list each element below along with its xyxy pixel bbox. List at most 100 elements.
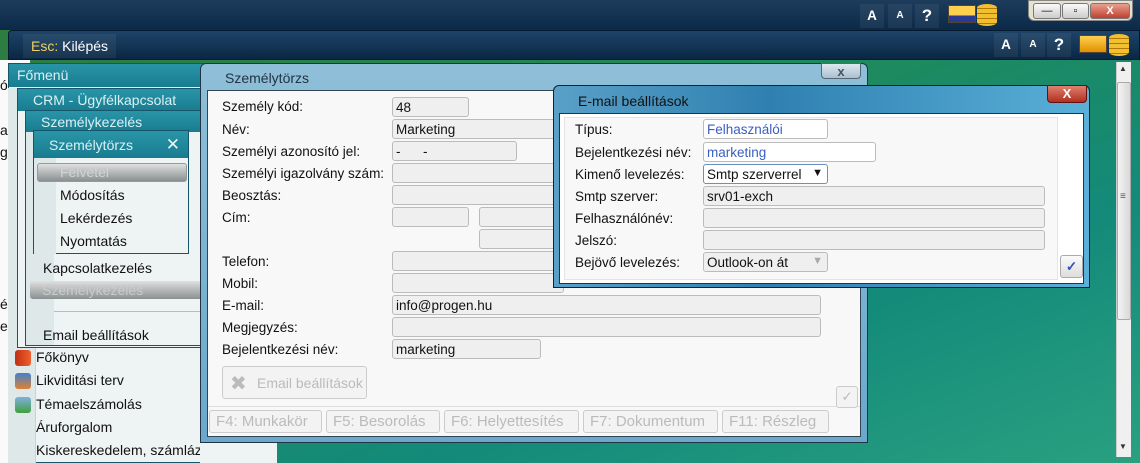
- menu-item-fokonyv[interactable]: Főkönyv: [36, 349, 89, 365]
- type-field[interactable]: Felhasználói: [703, 119, 828, 139]
- f7-button[interactable]: F7: Dokumentum: [583, 410, 718, 433]
- menu-item-email-settings[interactable]: Email beállítások: [43, 327, 149, 343]
- tools-icon: ✖: [230, 373, 247, 395]
- label-position: Beosztás:: [222, 188, 282, 203]
- position-field[interactable]: [392, 185, 562, 205]
- scrollbar[interactable]: ▲ ≡ ▼: [1116, 62, 1131, 457]
- label-id: Személyi azonosító jel:: [222, 144, 361, 159]
- label-idcard: Személyi igazolvány szám:: [222, 166, 385, 181]
- smtp-field[interactable]: srv01-exch: [703, 186, 1045, 206]
- book-icon: [15, 350, 31, 366]
- f6-button[interactable]: F6: Helyettesítés: [444, 410, 579, 433]
- crm-menu-title: CRM - Ügyfélkapcsolat kezelés: [18, 89, 207, 124]
- label-login: Bejelentkezési név:: [222, 342, 339, 357]
- exit-button[interactable]: Esc: Kilépés: [23, 34, 117, 58]
- help-button[interactable]: ?: [915, 4, 939, 28]
- outgoing-select[interactable]: Smtp szerverrel ▼: [703, 164, 828, 184]
- label-smtp: Smtp szerver:: [575, 189, 659, 204]
- window-controls: — ▫ X: [1028, 0, 1133, 21]
- password-field[interactable]: [703, 230, 1045, 250]
- separator: [54, 311, 209, 312]
- exit-label: Kilépés: [58, 38, 109, 54]
- menu-item-temaelszamolas[interactable]: Témaelszámolás: [36, 396, 142, 412]
- database-icon[interactable]: [977, 4, 997, 26]
- dropdown-arrow-icon: ▼: [812, 167, 823, 179]
- scroll-up-icon[interactable]: ▲: [1119, 64, 1127, 73]
- font-small-button[interactable]: A: [1021, 33, 1045, 57]
- id-field[interactable]: - -: [392, 141, 517, 161]
- menu-item-nyomtatas[interactable]: Nyomtatás: [60, 233, 127, 249]
- menu-item-felvetel[interactable]: Felvétel: [37, 163, 187, 182]
- city-field[interactable]: [479, 207, 562, 227]
- scroll-thumb[interactable]: ≡: [1117, 82, 1131, 320]
- flask-icon: [15, 373, 31, 389]
- user-field[interactable]: [703, 208, 1045, 228]
- incoming-value: Outlook-on át: [707, 255, 789, 270]
- label-note: Megjegyzés:: [222, 320, 298, 335]
- menu-item-aruforgalom[interactable]: Áruforgalom: [36, 419, 112, 435]
- note-field[interactable]: [392, 317, 821, 337]
- close-button[interactable]: X: [1047, 85, 1087, 103]
- esc-key-label: Esc:: [31, 38, 59, 54]
- mobile-field[interactable]: [392, 273, 564, 293]
- label-mobile: Mobil:: [222, 276, 259, 291]
- code-field[interactable]: 48: [392, 97, 469, 117]
- main-menu-title: Főmenü: [9, 64, 207, 87]
- close-button[interactable]: X: [1090, 3, 1130, 19]
- monitor-icon[interactable]: [948, 5, 976, 23]
- font-large-button[interactable]: A: [860, 4, 884, 28]
- dialog-title: E-mail beállítások: [578, 93, 689, 109]
- menu-item-modositas[interactable]: Módosítás: [60, 187, 125, 203]
- label-incoming: Bejövő levelezés:: [575, 255, 681, 270]
- dropdown-arrow-icon: ▼: [812, 255, 823, 267]
- maximize-button[interactable]: ▫: [1062, 3, 1089, 19]
- label-code: Személy kód:: [222, 99, 304, 114]
- incoming-select[interactable]: Outlook-on át ▼: [703, 252, 828, 272]
- f5-button[interactable]: F5: Besorolás: [326, 410, 440, 433]
- font-large-button[interactable]: A: [994, 33, 1018, 57]
- label-type: Típus:: [575, 122, 613, 137]
- label-address: Cím:: [222, 210, 251, 225]
- person-registry-submenu: Személytörzs ✕ Felvétel Módosítás Lekérd…: [33, 130, 189, 254]
- label-outgoing: Kimenő levelezés:: [575, 167, 685, 182]
- person-mgmt-title: Személykezelés: [26, 111, 207, 132]
- label-email: E-mail:: [222, 298, 265, 313]
- login-field[interactable]: marketing: [392, 339, 541, 359]
- close-icon[interactable]: ✕: [166, 135, 180, 155]
- f4-button[interactable]: F4: Munkakör: [209, 410, 322, 433]
- email-settings-button[interactable]: ✖ Email beállítások: [222, 366, 367, 399]
- idcard-field[interactable]: [392, 163, 562, 183]
- login-field[interactable]: marketing: [703, 142, 876, 162]
- label-phone: Telefon:: [222, 254, 270, 269]
- label-user: Felhasználónév:: [575, 211, 674, 226]
- zip-field[interactable]: [392, 207, 469, 227]
- email-settings-label: Email beállítások: [257, 375, 363, 391]
- menu-item-lekerdezes[interactable]: Lekérdezés: [60, 210, 132, 226]
- menu-item-kapcsolatkezeles[interactable]: Kapcsolatkezelés: [43, 260, 152, 276]
- landscape-icon: [15, 397, 31, 413]
- menu-item-szemelykezeles[interactable]: Személykezelés: [30, 281, 210, 299]
- monitor-icon[interactable]: [1079, 35, 1107, 53]
- menu-item-likviditasi-terv[interactable]: Likviditási terv: [36, 372, 124, 388]
- toolbar: Esc: Kilépés A A ?: [8, 30, 1140, 60]
- window-title: Személytörzs: [225, 70, 310, 86]
- outgoing-value: Smtp szerverrel: [707, 167, 802, 182]
- fragment: ó: [0, 77, 8, 93]
- scroll-down-icon[interactable]: ▼: [1119, 442, 1127, 451]
- font-small-button[interactable]: A: [888, 4, 912, 28]
- label-name: Név:: [222, 122, 250, 137]
- street-field[interactable]: [479, 229, 562, 249]
- app-top-bar: A A ?: [0, 0, 1140, 30]
- help-button[interactable]: ?: [1047, 33, 1071, 57]
- database-icon[interactable]: [1109, 34, 1129, 56]
- close-button[interactable]: x: [821, 63, 861, 79]
- minimize-button[interactable]: —: [1033, 3, 1061, 19]
- ok-button[interactable]: ✓: [836, 386, 858, 408]
- phone-field[interactable]: [392, 251, 562, 271]
- name-field[interactable]: Marketing: [392, 119, 562, 139]
- menu-filler: [200, 443, 277, 463]
- email-field[interactable]: info@progen.hu: [392, 295, 821, 315]
- label-password: Jelszó:: [575, 233, 618, 248]
- f11-button[interactable]: F11: Részleg: [722, 410, 829, 433]
- ok-button[interactable]: ✓: [1060, 255, 1083, 278]
